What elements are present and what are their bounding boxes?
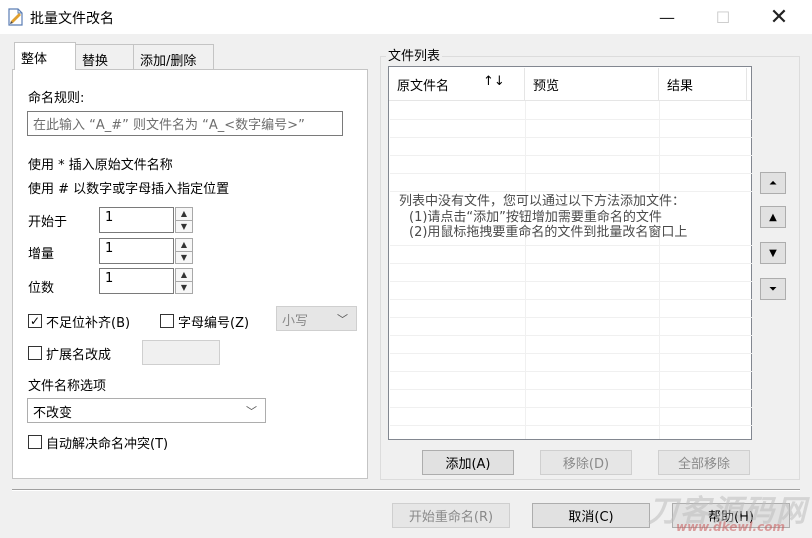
ext-input	[142, 340, 220, 365]
grid-line	[390, 281, 752, 282]
name-option-label: 文件名称选项	[28, 379, 107, 394]
empty-message-line: (2)用鼠标拖拽要重命名的文件到批量改名窗口上	[409, 225, 688, 240]
file-list[interactable]: 原文件名 ↑↓ 预览 结果	[388, 66, 752, 440]
ext-change-label[interactable]: 扩展名改成	[46, 344, 111, 363]
maximize-button[interactable]: ☐	[700, 0, 746, 34]
grid-line	[390, 353, 752, 354]
column-label: 原文件名	[397, 79, 450, 94]
chevron-down-icon: ﹀	[246, 405, 257, 418]
grid-line	[390, 263, 752, 264]
sort-icon[interactable]: ↑↓	[483, 74, 505, 89]
grid-line	[390, 299, 752, 300]
auto-resolve-label[interactable]: 自动解决命名冲突(T)	[46, 433, 168, 452]
remove-all-button[interactable]: 全部移除	[658, 450, 750, 475]
spin-down-icon[interactable]: ▼	[176, 282, 192, 294]
spin-up-icon[interactable]: ▲	[176, 269, 192, 282]
watermark-url: www.dkewl.com	[676, 520, 785, 534]
window-title: 批量文件改名	[30, 11, 114, 27]
grid-line	[390, 335, 752, 336]
move-down-button[interactable]: ▼	[760, 242, 786, 264]
cancel-button[interactable]: 取消(C)	[532, 503, 650, 528]
letter-case-select: 小写 ﹀	[276, 306, 357, 331]
grid-line	[390, 371, 752, 372]
auto-resolve-checkbox[interactable]	[28, 435, 42, 449]
move-up-button[interactable]: ▲	[760, 206, 786, 228]
start-rename-button[interactable]: 开始重命名(R)	[392, 503, 510, 528]
grid-line	[390, 119, 752, 120]
app-icon	[8, 8, 24, 26]
grid-line	[390, 245, 752, 246]
minimize-button[interactable]: —	[644, 0, 690, 34]
name-option-select[interactable]: 不改变 ﹀	[27, 398, 266, 423]
step-input[interactable]: 1	[99, 238, 174, 264]
digits-input[interactable]: 1	[99, 268, 174, 294]
ext-change-checkbox[interactable]	[28, 346, 42, 360]
move-bottom-button[interactable]: ⏷	[760, 278, 786, 300]
grid-line	[390, 173, 752, 174]
filelist-title: 文件列表	[386, 45, 443, 64]
header-divider	[389, 100, 751, 101]
grid-line	[390, 389, 752, 390]
name-option-value: 不改变	[33, 406, 73, 421]
column-header-result[interactable]: 结果	[659, 68, 747, 100]
letter-case-value: 小写	[282, 314, 309, 329]
spin-down-icon[interactable]: ▼	[176, 252, 192, 264]
chevron-down-icon: ﹀	[337, 313, 348, 326]
remove-button[interactable]: 移除(D)	[540, 450, 632, 475]
hint-asterisk: 使用 * 插入原始文件名称	[28, 158, 173, 173]
close-button[interactable]: ✕	[756, 0, 802, 34]
watermark-logo: 刀客源码网 www.dkewl.com	[648, 486, 808, 538]
spin-up-icon[interactable]: ▲	[176, 239, 192, 252]
move-top-icon: ⏶	[769, 177, 777, 189]
grid-line	[390, 137, 752, 138]
naming-rule-label: 命名规则:	[28, 91, 85, 106]
digits-stepper[interactable]: ▲ ▼	[175, 268, 193, 294]
start-stepper[interactable]: ▲ ▼	[175, 207, 193, 233]
tab-add-delete[interactable]: 添加/删除	[133, 44, 214, 69]
step-stepper[interactable]: ▲ ▼	[175, 238, 193, 264]
letter-number-label[interactable]: 字母编号(Z)	[178, 312, 249, 331]
grid-line	[390, 425, 752, 426]
start-input[interactable]: 1	[99, 207, 174, 233]
move-down-icon: ▼	[769, 247, 777, 259]
spin-down-icon[interactable]: ▼	[176, 221, 192, 233]
title-bar	[0, 0, 812, 34]
grid-line	[390, 407, 752, 408]
maximize-icon: ☐	[715, 7, 731, 27]
start-label: 开始于	[28, 215, 68, 230]
tab-replace[interactable]: 替换	[75, 44, 134, 69]
move-top-button[interactable]: ⏶	[760, 172, 786, 194]
step-label: 增量	[28, 247, 55, 262]
column-header-original[interactable]: 原文件名 ↑↓	[389, 68, 525, 100]
grid-line	[390, 317, 752, 318]
letter-number-checkbox[interactable]	[160, 314, 174, 328]
column-header-preview[interactable]: 预览	[525, 68, 659, 100]
minimize-icon: —	[659, 7, 675, 27]
pad-zero-label[interactable]: 不足位补齐(B)	[46, 312, 130, 331]
tab-overall[interactable]: 整体	[14, 42, 76, 70]
move-bottom-icon: ⏷	[769, 283, 777, 295]
pad-zero-checkbox[interactable]: ✓	[28, 314, 42, 328]
close-icon: ✕	[769, 4, 789, 30]
digits-label: 位数	[28, 281, 55, 296]
add-button[interactable]: 添加(A)	[422, 450, 514, 475]
naming-rule-input[interactable]: 在此输入 “A_#” 则文件名为 “A_<数字编号>”	[27, 111, 343, 136]
move-up-icon: ▲	[769, 211, 777, 223]
grid-line	[390, 155, 752, 156]
hint-hash: 使用 # 以数字或字母插入指定位置	[28, 182, 230, 197]
spin-up-icon[interactable]: ▲	[176, 208, 192, 221]
